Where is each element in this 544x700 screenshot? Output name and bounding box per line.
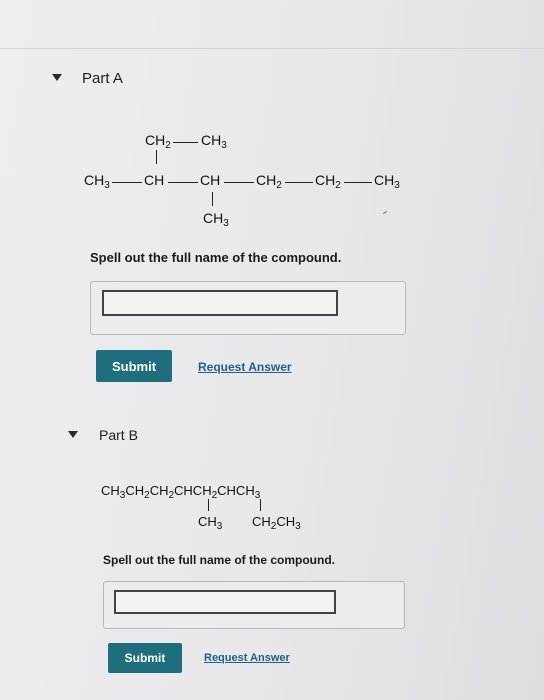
part-a-answer-input[interactable]: [102, 290, 338, 316]
collapse-caret-part-b[interactable]: [68, 431, 78, 438]
part-a-main-ch3-right: CH3: [374, 172, 400, 191]
part-b-request-answer-link[interactable]: Request Answer: [204, 652, 290, 664]
part-b-formula: CH3CH2CH2CHCH2CHCH3: [101, 483, 261, 501]
top-divider: [0, 48, 544, 49]
collapse-caret-part-a[interactable]: [52, 74, 62, 81]
part-a-main-ch3-left: CH3: [84, 172, 110, 191]
part-a-bottom-ch3: CH3: [203, 210, 229, 229]
bond: [285, 182, 313, 183]
bond: [260, 499, 261, 511]
part-a-request-answer-link[interactable]: Request Answer: [198, 360, 292, 374]
bond: [112, 182, 142, 183]
part-a-title: Part A: [82, 70, 123, 87]
part-a-main-ch-2: CH: [200, 172, 221, 188]
bond: [156, 150, 157, 164]
bond: [224, 182, 254, 183]
part-a-question: Spell out the full name of the compound.: [90, 250, 342, 265]
part-b-submit-button[interactable]: Submit: [108, 643, 182, 673]
part-a-submit-button[interactable]: Submit: [96, 350, 172, 382]
part-a-main-ch-1: CH: [144, 172, 165, 188]
part-b-sub-ch3: CH3: [198, 514, 223, 532]
part-a-main-ch2-1: CH2: [256, 172, 282, 191]
bond: [208, 499, 209, 511]
part-b-question: Spell out the full name of the compound.: [103, 553, 335, 567]
part-a-top-ch2: CH2: [145, 132, 171, 151]
part-a-main-ch2-2: CH2: [315, 172, 341, 191]
part-a-top-ch3: CH3: [201, 132, 227, 151]
part-a-answer-area: [90, 281, 406, 335]
bond: [344, 182, 372, 183]
part-b-sub-ch2ch3: CH2CH3: [252, 514, 301, 532]
bond: [168, 182, 198, 183]
bond: [173, 142, 198, 143]
bond: [212, 192, 213, 206]
part-b-answer-input[interactable]: [114, 590, 336, 614]
part-b-title: Part B: [99, 427, 138, 443]
part-b-answer-area: [103, 581, 405, 629]
